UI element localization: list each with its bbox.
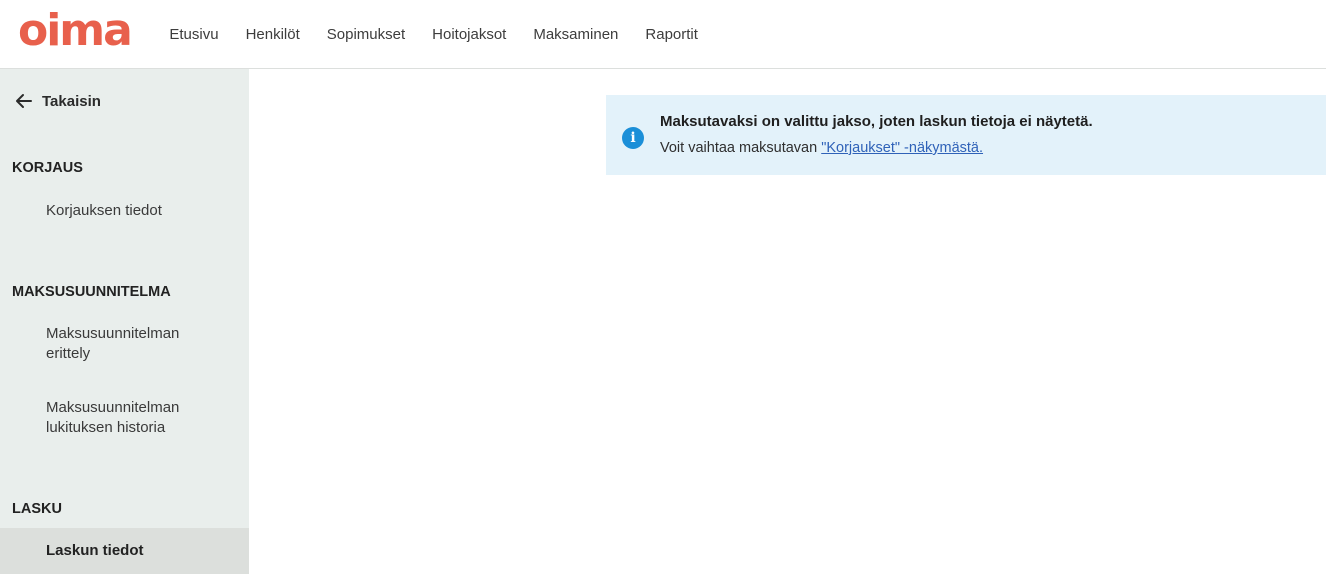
section-title-korjaus: KORJAUS <box>12 160 83 176</box>
nav-etusivu[interactable]: Etusivu <box>156 26 232 43</box>
nav-sopimukset[interactable]: Sopimukset <box>313 26 418 43</box>
nav-henkilot[interactable]: Henkilöt <box>232 26 313 43</box>
nav-hoitojaksot[interactable]: Hoitojaksot <box>419 26 520 43</box>
sidebar: Takaisin KORJAUS Korjauksen tiedot MAKSU… <box>0 69 249 574</box>
sidebar-item-korjauksen-tiedot[interactable]: Korjauksen tiedot <box>0 201 249 221</box>
notice-title: Maksutavaksi on valittu jakso, joten las… <box>660 113 1093 130</box>
sidebar-item-lukituksen-historia[interactable]: Maksusuunnitelman lukituksen historia <box>0 398 215 438</box>
korjaukset-link[interactable]: "Korjaukset" -näkymästä. <box>821 140 983 156</box>
back-link-label: Takaisin <box>42 92 101 110</box>
oima-logo[interactable]: oima <box>18 9 133 53</box>
sidebar-item-maksusuunnitelman-erittely[interactable]: Maksusuunnitelman erittely <box>0 324 200 364</box>
nav-raportit[interactable]: Raportit <box>632 26 712 43</box>
section-title-lasku: LASKU <box>12 501 62 517</box>
notice-text: Voit vaihtaa maksutavan "Korjaukset" -nä… <box>660 140 983 156</box>
info-notice: i Maksutavaksi on valittu jakso, joten l… <box>606 95 1326 175</box>
section-title-maksusuunnitelma: MAKSUSUUNNITELMA <box>12 284 171 300</box>
nav-maksaminen[interactable]: Maksaminen <box>520 26 632 43</box>
info-icon: i <box>622 127 644 149</box>
main-nav: Etusivu Henkilöt Sopimukset Hoitojaksot … <box>156 26 712 43</box>
back-link[interactable]: Takaisin <box>14 91 101 111</box>
top-navigation-bar: oima Etusivu Henkilöt Sopimukset Hoitoja… <box>0 0 1326 69</box>
notice-text-prefix: Voit vaihtaa maksutavan <box>660 140 822 156</box>
sidebar-item-laskun-tiedot[interactable]: Laskun tiedot <box>0 528 249 574</box>
arrow-left-icon <box>16 94 32 108</box>
